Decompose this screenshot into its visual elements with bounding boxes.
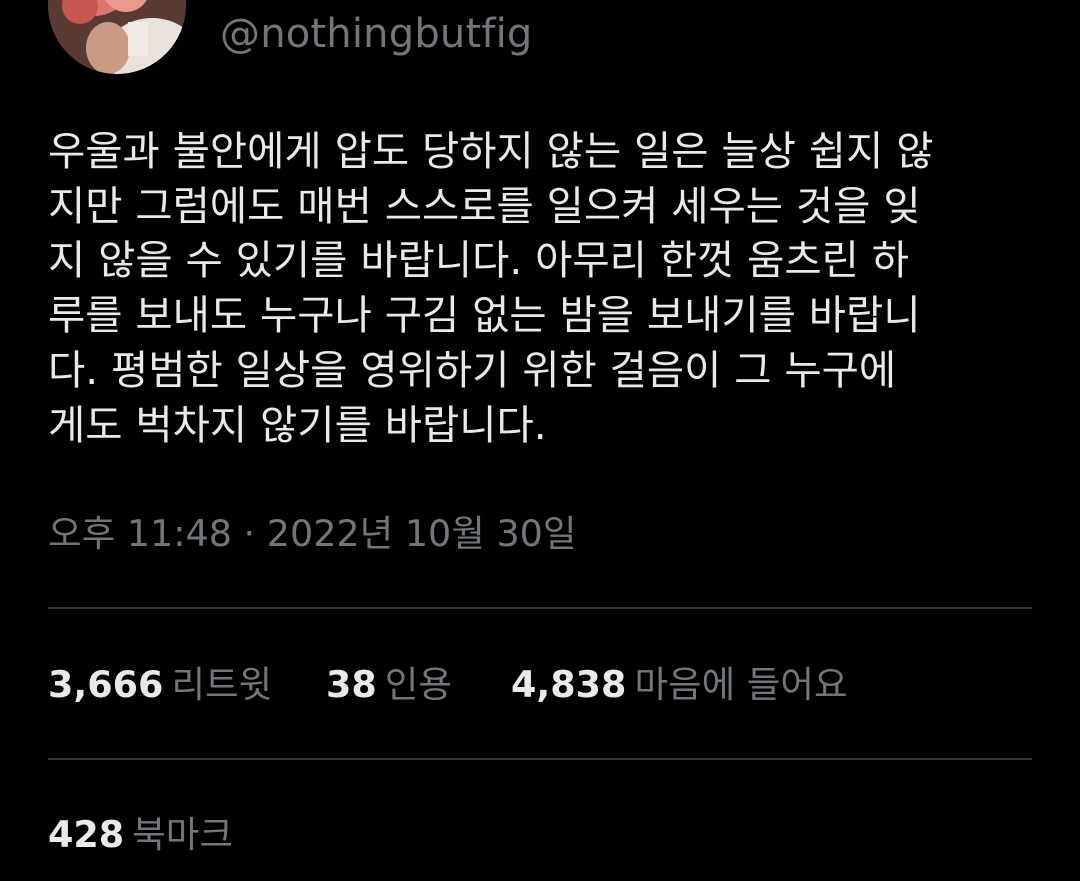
- quotes-label: 인용: [384, 663, 452, 706]
- avatar-image: [48, 0, 186, 74]
- retweets-stat[interactable]: 3,666 리트윗: [48, 660, 272, 710]
- avatar[interactable]: [48, 0, 186, 74]
- tweet-text: 우울과 불안에게 압도 당하지 않는 일은 늘상 쉽지 않 지만 그럼에도 매번…: [48, 127, 934, 449]
- divider: [48, 758, 1032, 760]
- tweet-timestamp[interactable]: 오후 11:48 · 2022년 10월 30일: [48, 511, 576, 557]
- retweets-label: 리트윗: [171, 663, 273, 706]
- likes-count: 4,838: [511, 663, 627, 706]
- quotes-count: 38: [326, 663, 377, 706]
- likes-label: 마음에 들어요: [634, 663, 848, 706]
- bookmarks-label: 북마크: [132, 813, 233, 856]
- likes-stat[interactable]: 4,838 마음에 들어요: [511, 660, 848, 710]
- user-handle[interactable]: @nothingbutfig: [220, 10, 533, 58]
- bookmarks-stat[interactable]: 428 북마크: [48, 810, 233, 860]
- retweets-count: 3,666: [48, 663, 164, 706]
- quotes-stat[interactable]: 38 인용: [326, 660, 452, 710]
- bookmarks-count: 428: [48, 813, 125, 856]
- tweet-header: @nothingbutfig: [48, 0, 1048, 76]
- divider: [48, 607, 1032, 609]
